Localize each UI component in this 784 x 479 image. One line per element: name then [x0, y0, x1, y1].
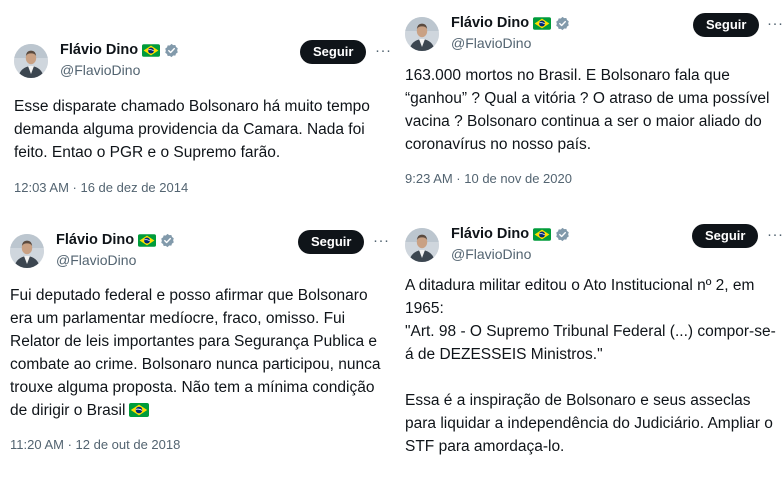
author-name[interactable]: Flávio Dino [451, 226, 529, 242]
tweet-header: Flávio Dino @FlavioDino Seguir ··· [14, 40, 391, 86]
tweet-header: Flávio Dino @FlavioDino Seguir ··· [405, 13, 784, 59]
tweet-timestamp[interactable]: 9:23 AM · 10 de nov de 2020 [405, 171, 784, 186]
follow-button[interactable]: Seguir [693, 13, 760, 37]
author-handle[interactable]: @FlavioDino [60, 62, 140, 78]
avatar[interactable] [405, 17, 439, 51]
more-options-icon[interactable]: ··· [767, 14, 784, 34]
author-row: Flávio Dino [451, 15, 570, 31]
tweet-text: Fui deputado federal e posso afirmar que… [10, 284, 382, 422]
author-row: Flávio Dino [56, 232, 175, 248]
author-name[interactable]: Flávio Dino [60, 42, 138, 58]
brazil-flag-icon [533, 17, 551, 30]
author-name[interactable]: Flávio Dino [451, 15, 529, 31]
author-handle[interactable]: @FlavioDino [56, 252, 136, 268]
tweet-header: Flávio Dino @FlavioDino Seguir ··· [405, 224, 784, 270]
tweet-text: Esse disparate chamado Bolsonaro há muit… [14, 98, 375, 161]
more-options-icon[interactable]: ··· [373, 231, 390, 251]
verified-badge-icon [160, 233, 175, 248]
brazil-flag-icon [129, 403, 149, 417]
tweet-card[interactable]: Flávio Dino @FlavioDino Seguir ··· Fui d… [10, 230, 390, 452]
brazil-flag-icon [142, 44, 160, 57]
more-options-icon[interactable]: ··· [375, 41, 392, 61]
follow-button[interactable]: Seguir [298, 230, 365, 254]
follow-button[interactable]: Seguir [300, 40, 367, 64]
follow-button[interactable]: Seguir [692, 224, 759, 248]
author-row: Flávio Dino [451, 226, 570, 242]
author-handle[interactable]: @FlavioDino [451, 246, 531, 262]
tweet-card[interactable]: Flávio Dino @FlavioDino Seguir ··· 163.0… [405, 13, 784, 186]
avatar[interactable] [10, 234, 44, 268]
tweet-timestamp[interactable]: 11:20 AM · 12 de out de 2018 [10, 437, 390, 452]
tweet-text: 163.000 mortos no Brasil. E Bolsonaro fa… [405, 67, 774, 153]
author-row: Flávio Dino [60, 42, 179, 58]
tweet-card[interactable]: Flávio Dino @FlavioDino Seguir ··· Esse … [14, 40, 391, 195]
brazil-flag-icon [138, 234, 156, 247]
tweet-timestamp[interactable]: 12:03 AM · 16 de dez de 2014 [14, 180, 386, 195]
brazil-flag-icon [533, 228, 551, 241]
author-name[interactable]: Flávio Dino [56, 232, 134, 248]
tweet-card[interactable]: Flávio Dino @FlavioDino Seguir ··· A dit… [405, 224, 784, 458]
tweet-text-content: Fui deputado federal e posso afirmar que… [10, 287, 385, 419]
more-options-icon[interactable]: ··· [767, 225, 784, 245]
tweet-header: Flávio Dino @FlavioDino Seguir ··· [10, 230, 390, 276]
avatar[interactable] [14, 44, 48, 78]
verified-badge-icon [555, 227, 570, 242]
verified-badge-icon [164, 43, 179, 58]
verified-badge-icon [555, 16, 570, 31]
tweet-text: A ditadura militar editou o Ato Instituc… [405, 277, 776, 455]
avatar[interactable] [405, 228, 439, 262]
author-handle[interactable]: @FlavioDino [451, 35, 531, 51]
